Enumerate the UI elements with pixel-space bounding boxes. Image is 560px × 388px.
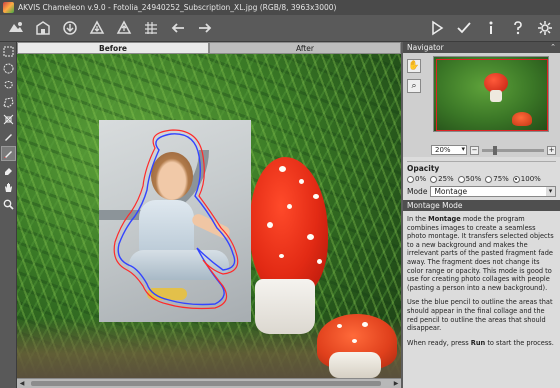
scroll-thumb[interactable] <box>31 381 381 386</box>
app-logo-icon <box>3 2 14 13</box>
small-mushroom-stem <box>329 352 381 378</box>
help-title: Montage Mode <box>403 200 560 211</box>
zoom-slider[interactable] <box>482 145 544 155</box>
zoom-out-button[interactable]: − <box>470 145 479 155</box>
navigator-title: Navigator <box>407 43 444 52</box>
mode-row: Mode Montage <box>407 186 556 197</box>
lasso-icon[interactable] <box>1 78 16 93</box>
load-fragment-icon[interactable] <box>59 17 81 39</box>
undo-icon[interactable] <box>167 17 189 39</box>
apply-icon[interactable] <box>453 17 475 39</box>
help-paragraph-1: In the Montage mode the program combines… <box>407 215 554 292</box>
blue-pencil-icon[interactable] <box>1 129 16 144</box>
collage-icon[interactable] <box>113 17 135 39</box>
tab-after[interactable]: After <box>209 42 401 54</box>
zoom-slider-knob[interactable] <box>493 145 498 155</box>
eraser-icon[interactable] <box>1 163 16 178</box>
mode-select[interactable]: Montage <box>430 186 556 197</box>
hand-nav-icon[interactable]: ✋ <box>407 59 421 73</box>
redo-icon[interactable] <box>194 17 216 39</box>
view-tabs: Before After <box>17 42 401 54</box>
help-icon[interactable] <box>507 17 529 39</box>
large-mushroom-stem <box>255 279 315 334</box>
window-title: AKVIS Chameleon v.9.0 - Fotolia_24940252… <box>18 3 337 12</box>
image-canvas[interactable] <box>17 54 401 378</box>
horizontal-scrollbar[interactable]: ◀ ▶ <box>17 378 401 388</box>
info-icon[interactable] <box>480 17 502 39</box>
navigator-preview[interactable] <box>433 56 549 132</box>
pasted-fragment[interactable] <box>99 120 251 322</box>
opacity-options: 0% 25% 50% 75% 100% <box>407 175 556 183</box>
navigator-view-rect[interactable] <box>436 59 548 131</box>
title-bar: AKVIS Chameleon v.9.0 - Fotolia_24940252… <box>0 0 560 15</box>
run-icon[interactable] <box>426 17 448 39</box>
polygon-lasso-icon[interactable] <box>1 95 16 110</box>
zoom-row: 20% − + <box>403 143 560 157</box>
opacity-title: Opacity <box>407 164 440 173</box>
save-icon[interactable] <box>32 17 54 39</box>
help-text: In the Montage mode the program combines… <box>403 211 560 357</box>
help-paragraph-3: When ready, press Run to start the proce… <box>407 338 554 347</box>
zoom-icon[interactable] <box>1 197 16 212</box>
navigator-side-buttons: ✋ ⌕ <box>407 59 423 93</box>
opacity-option-75[interactable]: 75% <box>485 175 509 183</box>
navigator-header: Navigator ⌃ <box>403 42 560 53</box>
right-panel: Navigator ⌃ ✋ ⌕ 20% − + Opacity 0% 25% 5… <box>403 42 560 388</box>
opacity-group: Opacity 0% 25% 50% 75% 100% <box>407 161 556 183</box>
main-toolbar <box>0 15 560 42</box>
hand-icon[interactable] <box>1 180 16 195</box>
scroll-left-icon[interactable]: ◀ <box>17 379 27 388</box>
navigator-panel: ✋ ⌕ <box>403 53 560 143</box>
opacity-option-100[interactable]: 100% <box>512 175 541 183</box>
rectangle-selection-icon[interactable] <box>1 44 16 59</box>
mode-label: Mode <box>407 187 428 196</box>
open-icon[interactable] <box>5 17 27 39</box>
ellipse-selection-icon[interactable] <box>1 61 16 76</box>
collapse-icon[interactable]: ⌃ <box>550 42 556 53</box>
opacity-option-0[interactable]: 0% <box>407 175 426 183</box>
zoom-in-button[interactable]: + <box>547 145 556 155</box>
grid-icon[interactable] <box>140 17 162 39</box>
transform-icon[interactable] <box>1 112 16 127</box>
tab-before[interactable]: Before <box>17 42 209 54</box>
save-fragment-icon[interactable] <box>86 17 108 39</box>
settings-icon[interactable] <box>534 17 556 39</box>
red-pencil-icon[interactable] <box>1 146 16 161</box>
opacity-option-25[interactable]: 25% <box>430 175 454 183</box>
scroll-right-icon[interactable]: ▶ <box>391 379 401 388</box>
opacity-option-50[interactable]: 50% <box>457 175 481 183</box>
selection-outline <box>113 129 239 310</box>
help-paragraph-2: Use the blue pencil to outline the areas… <box>407 298 553 333</box>
zoom-nav-icon[interactable]: ⌕ <box>407 79 421 93</box>
zoom-select[interactable]: 20% <box>431 145 467 155</box>
tools-panel <box>0 42 17 388</box>
